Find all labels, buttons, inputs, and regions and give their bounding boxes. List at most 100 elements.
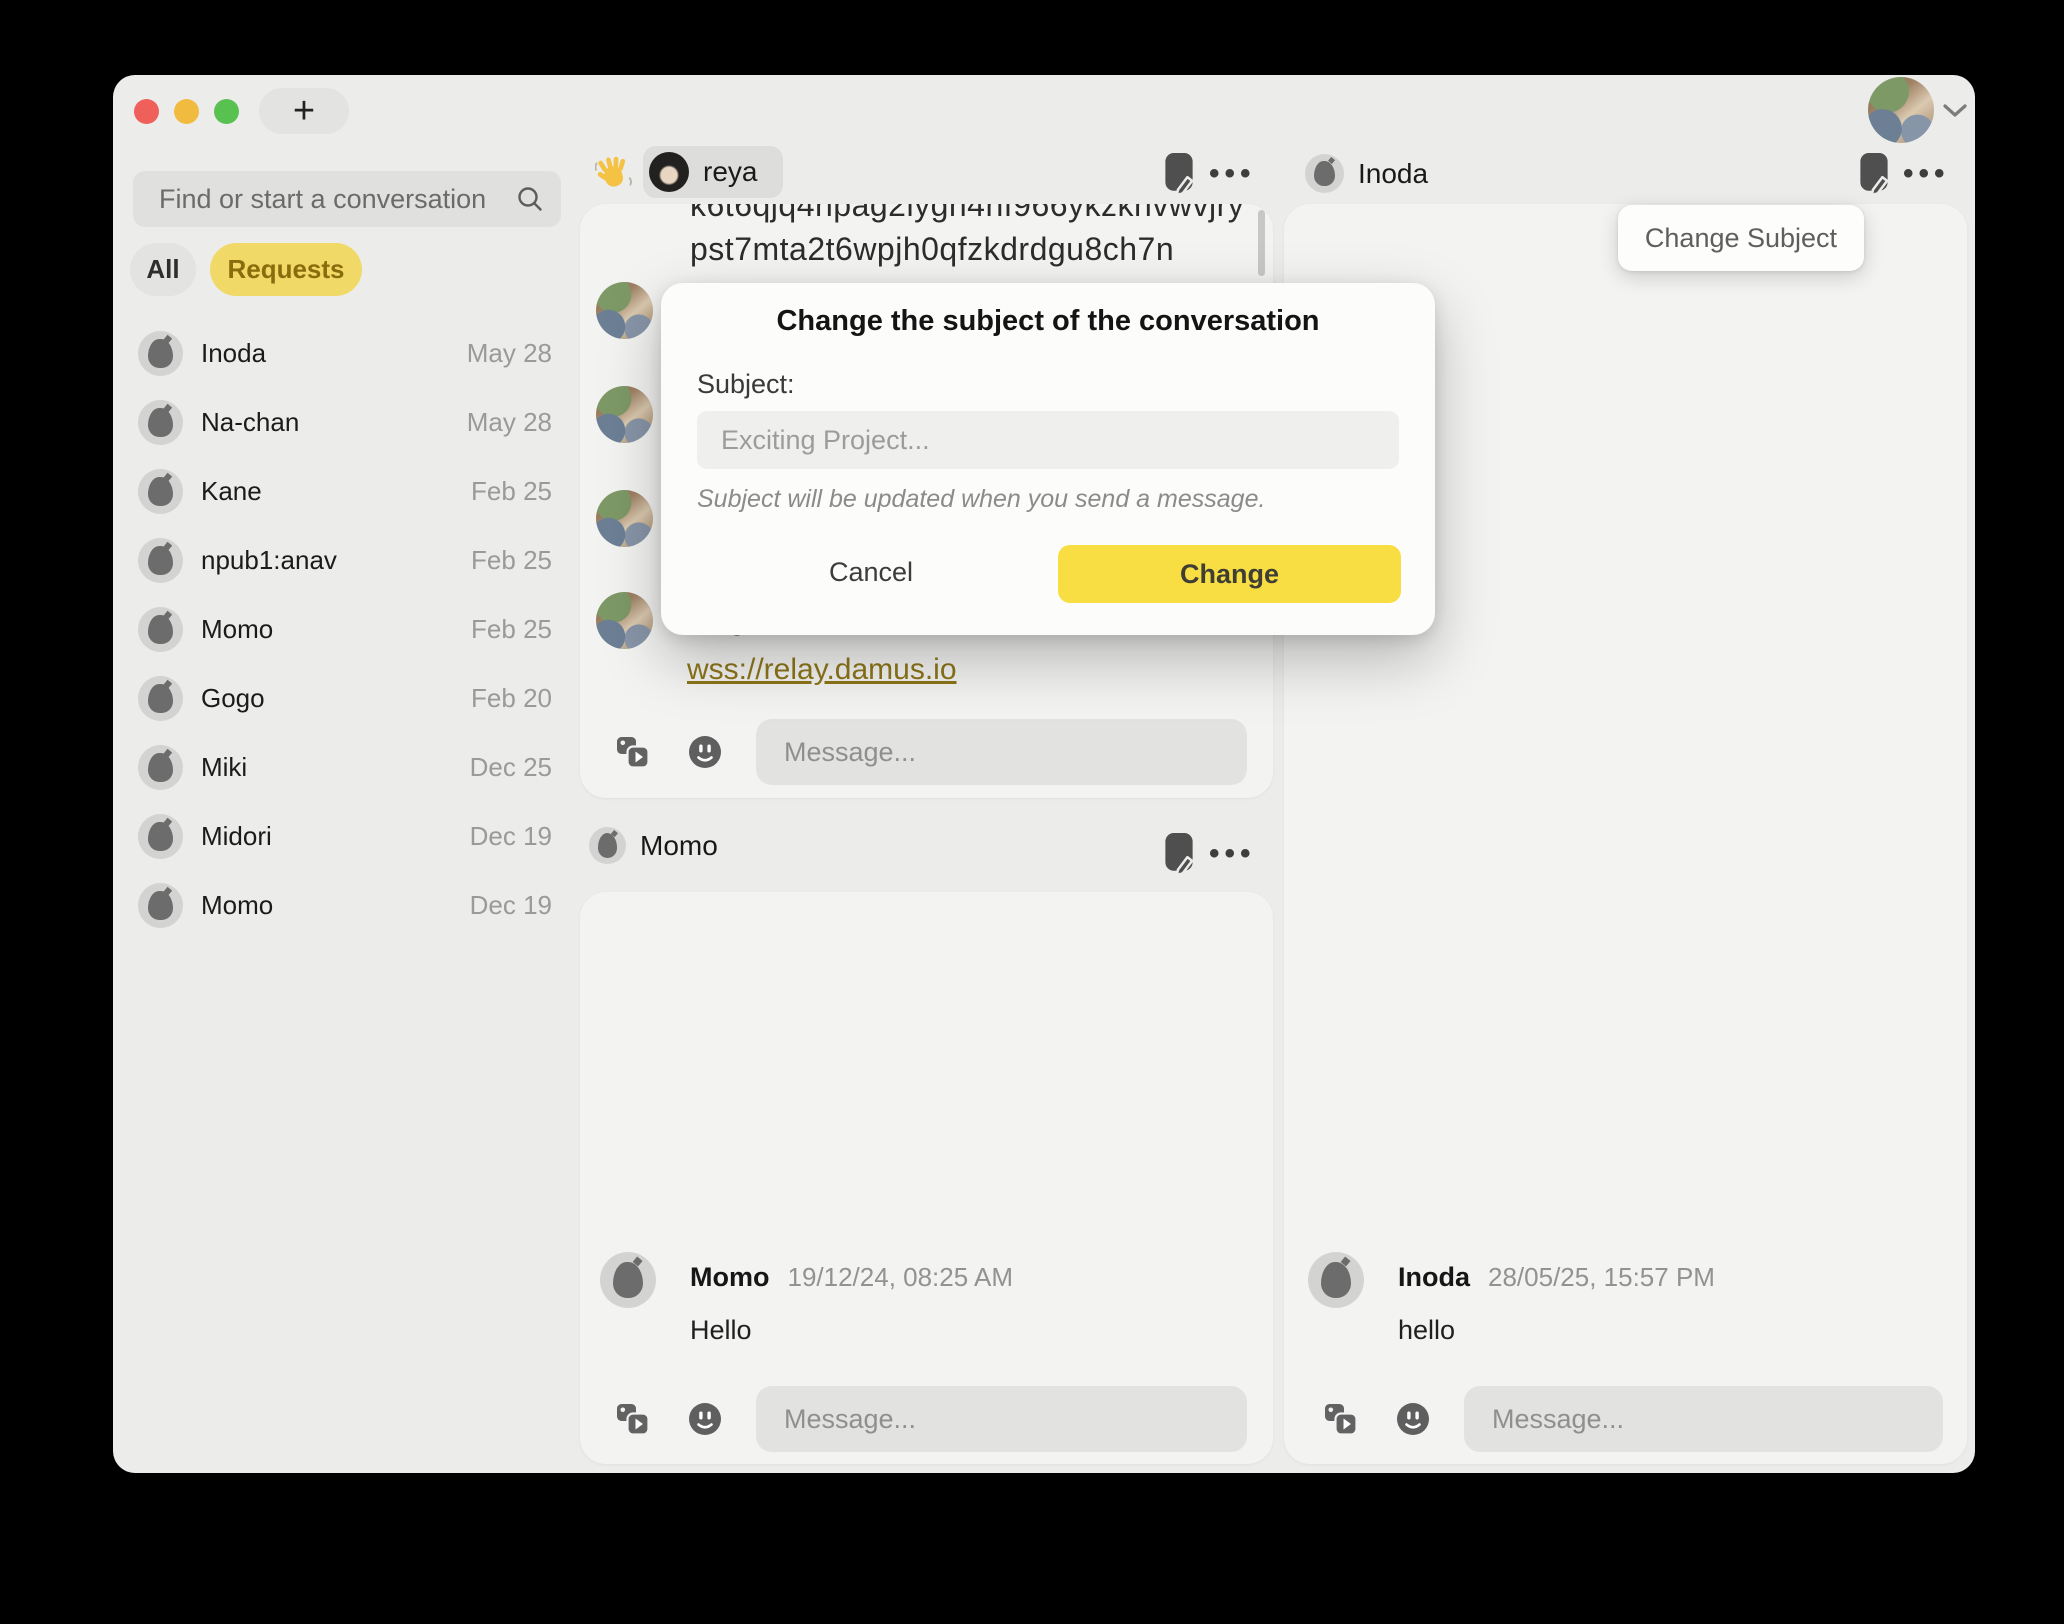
- dialog-note: Subject will be updated when you send a …: [697, 485, 1265, 514]
- scrollbar-thumb[interactable]: [1258, 210, 1265, 276]
- ellipsis-icon: •••: [1209, 839, 1256, 869]
- message-text: Hello: [690, 1315, 1013, 1346]
- change-subject-tooltip: Change Subject: [1618, 205, 1864, 271]
- default-avatar: [138, 331, 183, 376]
- message-avatar: [1308, 1252, 1364, 1308]
- media-attach-icon[interactable]: [616, 736, 650, 769]
- media-attach-icon[interactable]: [616, 1403, 650, 1436]
- inoda-avatar: [1305, 154, 1344, 193]
- search-input[interactable]: [159, 184, 515, 215]
- npub-text-line1: k6t6qjq4npag2lygh4nf966ykzkhvwvjry: [690, 204, 1244, 224]
- conversation-list-item[interactable]: Kane Feb 25: [134, 457, 560, 526]
- default-avatar: [138, 814, 183, 859]
- message-avatar: [596, 386, 653, 443]
- emoji-picker-icon[interactable]: [688, 1402, 722, 1436]
- conversation-list-item[interactable]: Na-chan May 28: [134, 388, 560, 457]
- change-subject-dialog: Change the subject of the conversation S…: [661, 283, 1435, 635]
- relay-link[interactable]: wss://relay.damus.io: [687, 653, 957, 686]
- minimize-window-button[interactable]: [174, 99, 199, 124]
- tab-all[interactable]: All: [130, 243, 196, 296]
- conversation-name: Na-chan: [201, 407, 299, 438]
- conversation-date: Dec 25: [470, 752, 552, 783]
- default-avatar: [138, 745, 183, 790]
- conversation-list-item[interactable]: Momo Feb 25: [134, 595, 560, 664]
- app-window: + All Requests Inoda May 28 N: [113, 75, 1975, 1473]
- subject-label: Subject:: [697, 369, 795, 400]
- default-avatar: [138, 538, 183, 583]
- conversation-list-item[interactable]: Midori Dec 19: [134, 802, 560, 871]
- conversation-date: Dec 19: [470, 890, 552, 921]
- plus-icon: +: [293, 90, 315, 133]
- change-subject-button[interactable]: [1859, 152, 1889, 196]
- emoji-picker-icon[interactable]: [688, 735, 722, 769]
- chat-panel-momo: Momo 19/12/24, 08:25 AM Hello: [580, 892, 1273, 1464]
- message-text: hello: [1398, 1315, 1715, 1346]
- default-avatar: [138, 883, 183, 928]
- conversation-list: Inoda May 28 Na-chan May 28 Kane Feb 25: [134, 319, 560, 940]
- chat-peer-inoda[interactable]: Inoda: [1305, 154, 1428, 193]
- default-avatar: [138, 469, 183, 514]
- new-conversation-button[interactable]: +: [259, 88, 349, 134]
- default-avatar: [138, 400, 183, 445]
- account-menu[interactable]: [1868, 77, 1968, 147]
- more-options-button[interactable]: •••: [1903, 159, 1950, 189]
- conversation-list-item[interactable]: Miki Dec 25: [134, 733, 560, 802]
- conversation-date: May 28: [467, 407, 552, 438]
- cancel-button[interactable]: Cancel: [811, 543, 931, 601]
- message-avatar: [596, 592, 653, 649]
- chat-title: reya: [703, 156, 757, 188]
- conversation-name: Miki: [201, 752, 247, 783]
- subject-input[interactable]: [697, 411, 1399, 469]
- message: Inoda 28/05/25, 15:57 PM hello: [1308, 1252, 1715, 1346]
- conversation-name: Kane: [201, 476, 262, 507]
- note-edit-icon: [1859, 152, 1889, 196]
- chevron-down-icon: [1942, 103, 1968, 119]
- desktop: + All Requests Inoda May 28 N: [0, 0, 2064, 1624]
- note-edit-icon: [1164, 832, 1194, 876]
- message-input[interactable]: [756, 1386, 1247, 1452]
- zoom-window-button[interactable]: [214, 99, 239, 124]
- conversation-list-item[interactable]: Momo Dec 19: [134, 871, 560, 940]
- account-avatar[interactable]: [1868, 77, 1934, 143]
- wave-icon: [595, 155, 633, 193]
- conversation-date: Dec 19: [470, 821, 552, 852]
- search-icon: [515, 184, 545, 214]
- close-window-button[interactable]: [134, 99, 159, 124]
- conversation-list-item[interactable]: Gogo Feb 20: [134, 664, 560, 733]
- chat-peer-reya[interactable]: reya: [643, 146, 783, 198]
- chat-title: Momo: [640, 830, 718, 862]
- conversation-date: Feb 20: [471, 683, 552, 714]
- conversation-date: May 28: [467, 338, 552, 369]
- message-input[interactable]: [1464, 1386, 1943, 1452]
- change-subject-button[interactable]: [1164, 152, 1194, 196]
- composer: [616, 1386, 1247, 1452]
- emoji-picker-icon[interactable]: [1396, 1402, 1430, 1436]
- momo-avatar: [589, 827, 626, 864]
- message-avatar: [596, 490, 653, 547]
- tab-requests[interactable]: Requests: [210, 243, 362, 296]
- change-button[interactable]: Change: [1058, 545, 1401, 603]
- more-options-button[interactable]: •••: [1209, 159, 1256, 189]
- search-bar: [133, 171, 561, 227]
- message-timestamp: 19/12/24, 08:25 AM: [787, 1262, 1013, 1293]
- conversation-list-item[interactable]: Inoda May 28: [134, 319, 560, 388]
- message-input[interactable]: [756, 719, 1247, 785]
- conversation-name: npub1:anav: [201, 545, 337, 576]
- note-edit-icon: [1164, 152, 1194, 196]
- conversation-name: Momo: [201, 614, 273, 645]
- message-timestamp: 28/05/25, 15:57 PM: [1488, 1262, 1715, 1293]
- chat-peer-momo[interactable]: Momo: [589, 827, 718, 864]
- change-subject-button[interactable]: [1164, 832, 1194, 876]
- message-sender: Inoda: [1398, 1262, 1470, 1293]
- conversation-date: Feb 25: [471, 614, 552, 645]
- reya-avatar: [649, 152, 689, 192]
- message-sender: Momo: [690, 1262, 769, 1293]
- message-avatar: [600, 1252, 656, 1308]
- message: Momo 19/12/24, 08:25 AM Hello: [600, 1252, 1013, 1346]
- more-options-button[interactable]: •••: [1209, 839, 1256, 869]
- conversation-name: Inoda: [201, 338, 266, 369]
- conversation-name: Gogo: [201, 683, 265, 714]
- conversation-list-item[interactable]: npub1:anav Feb 25: [134, 526, 560, 595]
- media-attach-icon[interactable]: [1324, 1403, 1358, 1436]
- ellipsis-icon: •••: [1209, 159, 1256, 189]
